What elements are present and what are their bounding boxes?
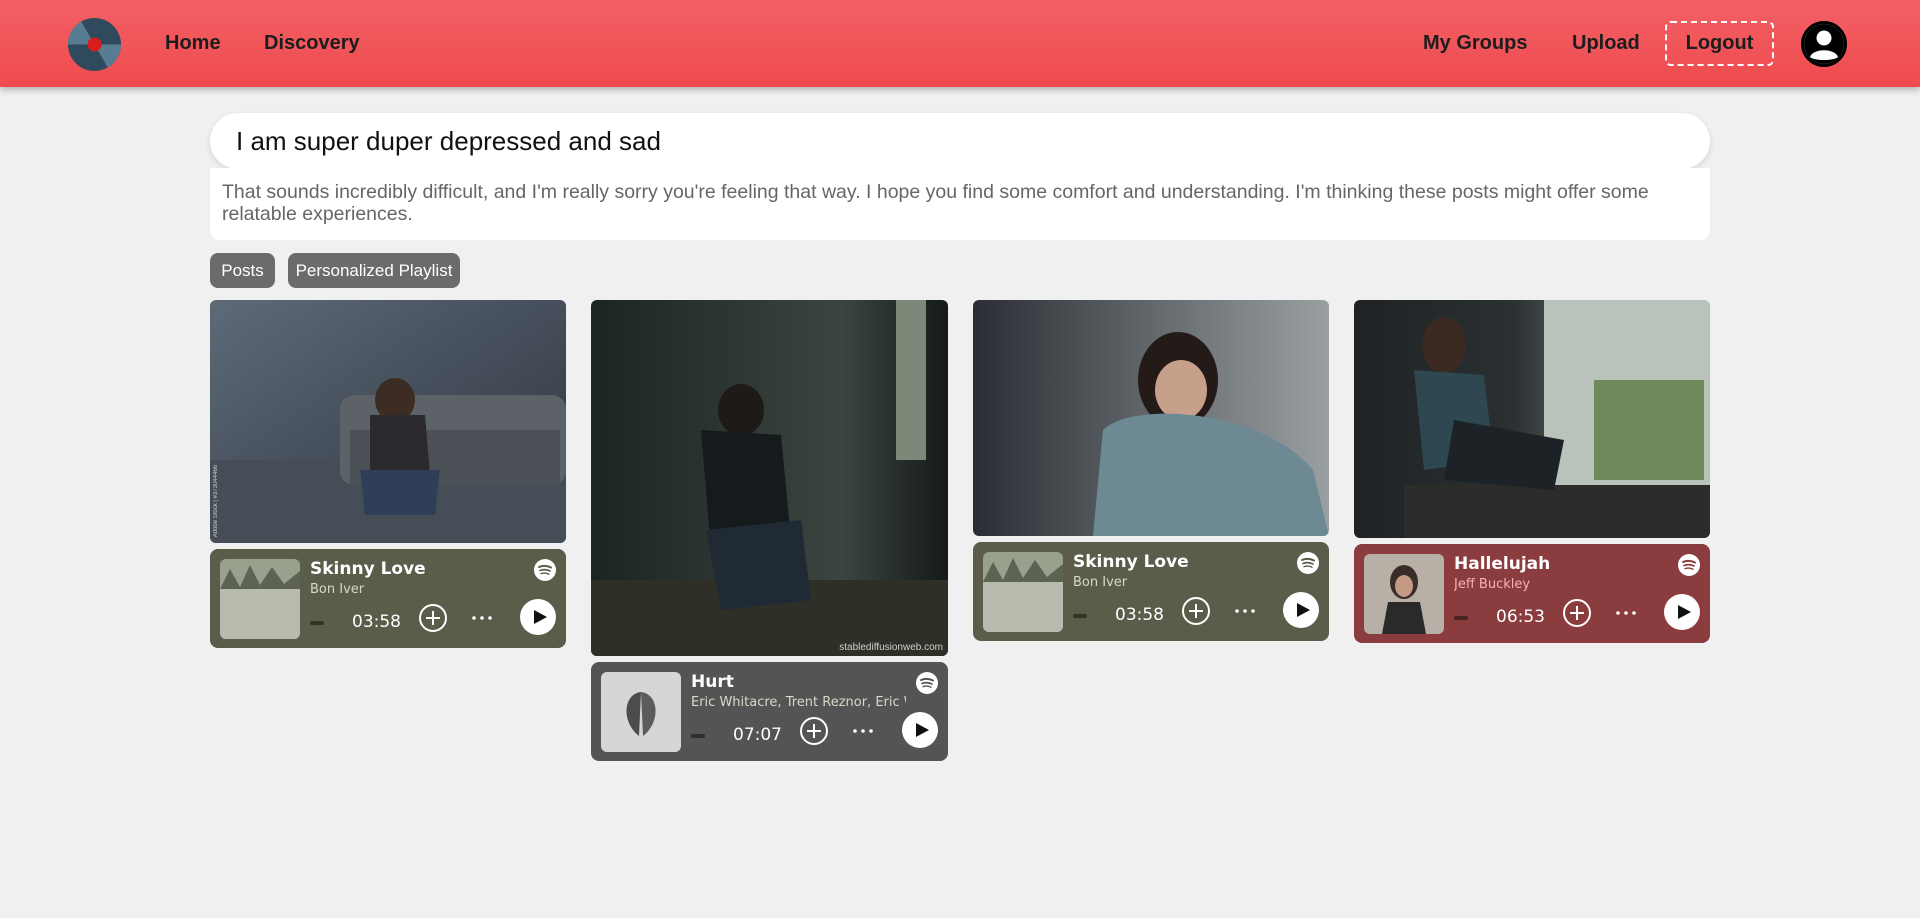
song-title: Skinny Love	[1073, 552, 1189, 572]
more-options-icon[interactable]	[468, 604, 496, 632]
song-player: Skinny Love Bon Iver 03:58	[210, 549, 566, 648]
song-artist: Bon Iver	[1073, 575, 1128, 590]
progress-bar[interactable]	[691, 734, 705, 738]
song-duration: 06:53	[1496, 607, 1545, 627]
song-title: Hurt	[691, 672, 734, 692]
song-duration: 07:07	[733, 725, 782, 745]
play-icon	[1296, 603, 1310, 617]
album-cover	[1364, 554, 1444, 634]
more-options-icon[interactable]	[1612, 599, 1640, 627]
tab-posts[interactable]: Posts	[210, 253, 275, 288]
spotify-icon[interactable]	[534, 559, 556, 581]
spotify-icon[interactable]	[1678, 554, 1700, 576]
song-player: Hurt Eric Whitacre, Trent Reznor, Eric W…	[591, 662, 948, 761]
image-watermark: stablediffusionweb.com	[839, 642, 943, 653]
post-image[interactable]: Adobe Stock | #373044466	[210, 300, 566, 543]
more-options-icon[interactable]	[1231, 597, 1259, 625]
logout-button[interactable]: Logout	[1665, 21, 1774, 66]
nav-upload-link[interactable]: Upload	[1572, 32, 1640, 55]
nav-home-link[interactable]: Home	[165, 32, 221, 55]
nav-discovery-link[interactable]: Discovery	[264, 32, 360, 55]
post-image[interactable]	[973, 300, 1329, 536]
spotify-icon[interactable]	[916, 672, 938, 694]
song-artist: Bon Iver	[310, 582, 365, 597]
song-title: Hallelujah	[1454, 554, 1551, 574]
assistant-response: That sounds incredibly difficult, and I'…	[210, 168, 1710, 240]
song-artist: Jeff Buckley	[1454, 577, 1531, 592]
post-image[interactable]	[1354, 300, 1710, 538]
song-title: Skinny Love	[310, 559, 426, 579]
add-to-playlist-icon[interactable]	[1181, 596, 1211, 626]
add-to-playlist-icon[interactable]	[1562, 598, 1592, 628]
song-player: Hallelujah Jeff Buckley 06:53	[1354, 544, 1710, 643]
progress-bar[interactable]	[310, 621, 324, 625]
add-to-playlist-icon[interactable]	[418, 603, 448, 633]
album-cover	[220, 559, 300, 639]
nav-my-groups-link[interactable]: My Groups	[1423, 32, 1527, 55]
post-image[interactable]: stablediffusionweb.com	[591, 300, 948, 656]
album-cover	[601, 672, 681, 752]
vinyl-record-icon[interactable]	[68, 18, 121, 71]
song-player: Skinny Love Bon Iver 03:58	[973, 542, 1329, 641]
song-duration: 03:58	[352, 612, 401, 632]
progress-bar[interactable]	[1454, 616, 1468, 620]
play-icon	[533, 610, 547, 624]
search-input[interactable]	[210, 113, 1710, 169]
play-button[interactable]	[1283, 592, 1319, 628]
image-watermark: Adobe Stock | #373044466	[213, 464, 219, 537]
tab-personalized-playlist[interactable]: Personalized Playlist	[288, 253, 460, 288]
play-icon	[1677, 605, 1691, 619]
more-options-icon[interactable]	[849, 717, 877, 745]
song-duration: 03:58	[1115, 605, 1164, 625]
album-cover	[983, 552, 1063, 632]
play-button[interactable]	[902, 712, 938, 748]
user-avatar-icon[interactable]	[1801, 21, 1847, 67]
play-button[interactable]	[520, 599, 556, 635]
top-navbar: Home Discovery My Groups Upload Logout	[0, 0, 1920, 87]
add-to-playlist-icon[interactable]	[799, 716, 829, 746]
spotify-icon[interactable]	[1297, 552, 1319, 574]
song-artist: Eric Whitacre, Trent Reznor, Eric Whitac…	[691, 695, 906, 710]
play-button[interactable]	[1664, 594, 1700, 630]
play-icon	[915, 723, 929, 737]
progress-bar[interactable]	[1073, 614, 1087, 618]
